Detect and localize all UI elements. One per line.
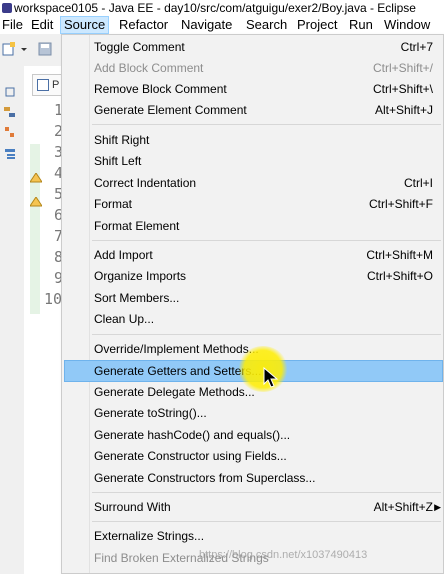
- menu-item-generate-constructors-superclass[interactable]: Generate Constructors from Superclass...: [64, 468, 443, 489]
- toolbar: [0, 34, 62, 67]
- restore-icon[interactable]: [4, 86, 16, 98]
- save-icon[interactable]: [38, 42, 52, 56]
- menu-item-surround-with[interactable]: Surround With Alt+Shift+Z ▶: [64, 497, 443, 518]
- menu-refactor[interactable]: Refactor: [118, 16, 169, 34]
- menu-item-sort-members[interactable]: Sort Members...: [64, 288, 443, 309]
- menu-item-generate-tostring[interactable]: Generate toString()...: [64, 403, 443, 424]
- warning-icon: [30, 173, 42, 183]
- menu-item-clean-up[interactable]: Clean Up...: [64, 309, 443, 330]
- source-menu: Toggle Comment Ctrl+7 Add Block Comment …: [61, 34, 444, 574]
- chevron-down-icon[interactable]: [20, 42, 28, 56]
- menu-separator: [92, 492, 441, 493]
- menu-item-toggle-comment[interactable]: Toggle Comment Ctrl+7: [64, 37, 443, 58]
- left-side-bar: [0, 66, 25, 574]
- menu-file[interactable]: File: [1, 16, 24, 34]
- menu-item-generate-element-comment[interactable]: Generate Element Comment Alt+Shift+J: [64, 100, 443, 121]
- menu-source[interactable]: Source: [60, 16, 110, 34]
- menu-separator: [92, 124, 441, 125]
- menu-bar: File Edit Source Refactor Navigate Searc…: [0, 16, 444, 34]
- menu-edit[interactable]: Edit: [30, 16, 54, 34]
- menu-navigate[interactable]: Navigate: [180, 16, 233, 34]
- menu-separator: [92, 240, 441, 241]
- menu-item-organize-imports[interactable]: Organize Imports Ctrl+Shift+O: [64, 266, 443, 287]
- window-title: workspace0105 - Java EE - day10/src/com/…: [14, 1, 416, 15]
- menu-item-correct-indentation[interactable]: Correct Indentation Ctrl+I: [64, 173, 443, 194]
- menu-item-format[interactable]: Format Ctrl+Shift+F: [64, 194, 443, 215]
- change-ruler: [30, 144, 40, 314]
- submenu-arrow-icon: ▶: [434, 502, 441, 512]
- package-explorer-icon[interactable]: [4, 106, 16, 118]
- menu-window[interactable]: Window: [383, 16, 431, 34]
- menu-item-shift-left[interactable]: Shift Left: [64, 151, 443, 172]
- menu-search[interactable]: Search: [245, 16, 288, 34]
- watermark: https://blog.csdn.net/x1037490413: [199, 549, 368, 561]
- menu-item-generate-hashcode-equals[interactable]: Generate hashCode() and equals()...: [64, 425, 443, 446]
- menu-item-generate-constructor-fields[interactable]: Generate Constructor using Fields...: [64, 446, 443, 467]
- menu-item-add-block-comment[interactable]: Add Block Comment Ctrl+Shift+/: [64, 58, 443, 79]
- menu-run[interactable]: Run: [348, 16, 374, 34]
- hierarchy-icon[interactable]: [4, 126, 16, 138]
- menu-item-remove-block-comment[interactable]: Remove Block Comment Ctrl+Shift+\: [64, 79, 443, 100]
- menu-item-format-element[interactable]: Format Element: [64, 216, 443, 237]
- mouse-pointer-icon: [263, 367, 279, 388]
- outline-icon[interactable]: [4, 148, 16, 160]
- menu-separator: [92, 334, 441, 335]
- menu-item-externalize-strings[interactable]: Externalize Strings...: [64, 526, 443, 547]
- eclipse-window: workspace0105 - Java EE - day10/src/com/…: [0, 0, 444, 574]
- warning-icon: [30, 197, 42, 207]
- eclipse-app-icon: [2, 3, 12, 13]
- title-bar: workspace0105 - Java EE - day10/src/com/…: [0, 0, 444, 16]
- menu-separator: [92, 521, 441, 522]
- editor-tab-label: P: [52, 79, 60, 91]
- menu-item-shift-right[interactable]: Shift Right: [64, 130, 443, 151]
- java-file-icon: [37, 79, 49, 91]
- new-icon[interactable]: [2, 42, 16, 56]
- menu-project[interactable]: Project: [296, 16, 338, 34]
- menu-item-add-import[interactable]: Add Import Ctrl+Shift+M: [64, 245, 443, 266]
